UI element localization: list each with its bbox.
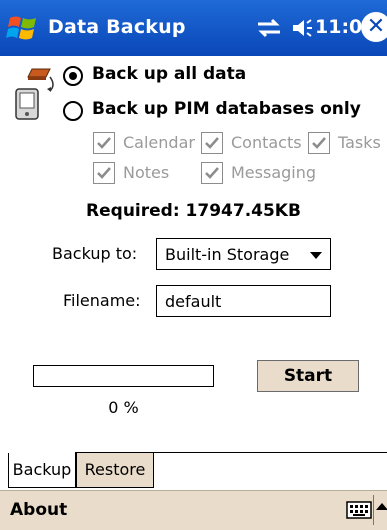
close-button[interactable]: ✕ xyxy=(361,12,387,42)
keyboard-icon[interactable] xyxy=(346,501,372,519)
volume-icon[interactable] xyxy=(290,16,316,40)
backup-device-icon xyxy=(15,68,54,120)
checkmark-icon xyxy=(97,167,111,179)
chevron-down-icon xyxy=(310,252,322,259)
app-title: Data Backup xyxy=(48,16,186,38)
tab-restore[interactable]: Restore xyxy=(76,453,154,488)
checkmark-icon xyxy=(205,137,219,149)
required-size-text: Required: 17947.45KB xyxy=(86,201,301,221)
menu-bar: About xyxy=(0,490,387,530)
backup-pim-only-radio[interactable] xyxy=(63,101,83,121)
checkmark-icon xyxy=(97,137,111,149)
contacts-checkbox[interactable] xyxy=(201,132,223,154)
contacts-label: Contacts xyxy=(231,133,302,152)
backup-to-value: Built-in Storage xyxy=(165,245,290,264)
messaging-label: Messaging xyxy=(231,163,317,182)
windows-start-icon[interactable] xyxy=(6,12,40,44)
calendar-checkbox[interactable] xyxy=(93,132,115,154)
checkmark-icon xyxy=(312,137,326,149)
backup-to-label: Backup to: xyxy=(52,244,138,263)
sip-up-arrow-icon[interactable] xyxy=(376,503,387,510)
menu-separator xyxy=(373,495,374,525)
checkmark-icon xyxy=(205,167,219,179)
tab-backup[interactable]: Backup xyxy=(8,453,76,488)
progress-bar xyxy=(33,365,214,387)
messaging-checkbox[interactable] xyxy=(201,162,223,184)
progress-percent: 0 % xyxy=(108,398,139,417)
backup-to-dropdown[interactable]: Built-in Storage xyxy=(156,238,331,270)
calendar-label: Calendar xyxy=(123,133,195,152)
backup-all-data-label[interactable]: Back up all data xyxy=(92,64,246,84)
start-button[interactable]: Start xyxy=(257,360,359,392)
backup-pim-only-label[interactable]: Back up PIM databases only xyxy=(92,99,361,119)
tasks-label: Tasks xyxy=(338,133,381,152)
filename-label: Filename: xyxy=(63,291,141,310)
connectivity-icon[interactable] xyxy=(256,17,282,39)
tasks-checkbox[interactable] xyxy=(308,132,330,154)
title-bar: Data Backup 11:02 ✕ xyxy=(0,0,387,56)
filename-input[interactable] xyxy=(156,285,331,317)
backup-all-data-radio[interactable] xyxy=(63,66,83,86)
about-menu-button[interactable]: About xyxy=(10,500,67,520)
notes-label: Notes xyxy=(123,163,170,182)
notes-checkbox[interactable] xyxy=(93,162,115,184)
